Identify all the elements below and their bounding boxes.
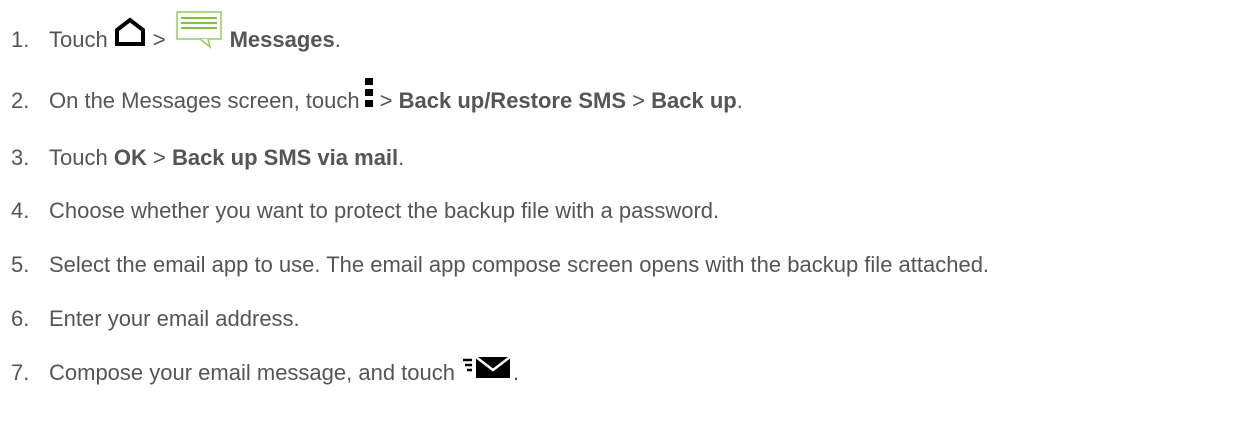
step-1: 1. Touch > Messages . xyxy=(11,10,341,58)
step-text: Compose your email message, and touch xyxy=(49,360,455,385)
step-number: 1. xyxy=(11,27,30,52)
step-5: 5. Select the email app to use. The emai… xyxy=(11,247,989,283)
separator: > xyxy=(632,88,645,113)
step-number: 6. xyxy=(11,306,30,331)
messages-app-icon xyxy=(175,10,222,60)
bold-term: Messages xyxy=(229,27,335,52)
menu-icon xyxy=(364,77,374,119)
step-6: 6. Enter your email address. xyxy=(11,301,300,337)
step-number: 7. xyxy=(11,360,30,385)
step-7: 7. Compose your email message, and touch… xyxy=(11,355,519,391)
period: . xyxy=(398,145,405,170)
step-text: Enter your email address. xyxy=(49,306,300,331)
step-4: 4. Choose whether you want to protect th… xyxy=(11,193,719,229)
separator: > xyxy=(379,88,393,113)
step-2: 2. On the Messages screen, touch > Back … xyxy=(11,77,743,119)
bold-term: Back up SMS via mail xyxy=(171,145,399,170)
home-icon xyxy=(113,16,147,58)
step-number: 4. xyxy=(11,198,30,223)
step-text: Choose whether you want to protect the b… xyxy=(49,198,720,223)
step-text: Touch xyxy=(49,27,108,52)
step-number: 2. xyxy=(11,88,30,113)
period: . xyxy=(513,360,520,385)
step-text: Touch xyxy=(49,145,108,170)
period: . xyxy=(736,88,743,113)
step-number: 3. xyxy=(11,145,30,170)
separator: > xyxy=(152,27,166,52)
bold-term: Back up xyxy=(651,88,737,113)
step-3: 3. Touch OK > Back up SMS via mail . xyxy=(11,140,404,176)
step-number: 5. xyxy=(11,252,30,277)
step-text: On the Messages screen, touch xyxy=(49,88,360,113)
instruction-steps: 1. Touch > Messages . 2. On the Messages… xyxy=(0,0,1247,432)
bold-term: Back up/Restore SMS xyxy=(398,88,627,113)
send-icon xyxy=(463,353,513,390)
step-text: Select the email app to use. The email a… xyxy=(49,252,990,277)
period: . xyxy=(334,27,341,52)
separator: > xyxy=(152,145,166,170)
bold-term: OK xyxy=(113,145,147,170)
